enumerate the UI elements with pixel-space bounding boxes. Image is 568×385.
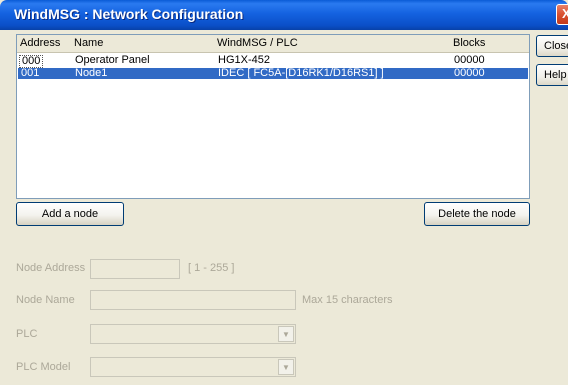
row-name: Node1 — [75, 67, 108, 79]
plc-model-label: PLC Model — [16, 361, 71, 373]
node-address-hint: [ 1 - 255 ] — [188, 262, 235, 274]
node-name-label: Node Name — [16, 294, 75, 306]
close-icon[interactable]: X — [556, 4, 568, 25]
delete-node-button[interactable]: Delete the node — [424, 202, 530, 226]
node-list[interactable]: Address Name WindMSG / PLC Blocks 000 Op… — [16, 34, 530, 199]
plc-select[interactable]: ▼ — [90, 324, 296, 344]
node-name-hint: Max 15 characters — [302, 294, 393, 306]
network-configuration-window: WindMSG : Network Configuration X Addres… — [0, 0, 568, 385]
column-header-name[interactable]: Name — [74, 37, 103, 49]
chevron-down-icon[interactable]: ▼ — [278, 359, 294, 375]
add-node-button[interactable]: Add a node — [16, 202, 124, 226]
row-address: 001 — [21, 67, 40, 79]
window-title: WindMSG : Network Configuration — [14, 6, 244, 22]
row-blocks: 00000 — [454, 67, 485, 79]
chevron-down-icon[interactable]: ▼ — [278, 326, 294, 342]
list-row[interactable]: 000 Operator Panel HG1X-452 00000 — [18, 54, 528, 68]
list-row-selected[interactable]: 001 Node1 IDEC [ FC5A-[D16RK1/D16RS1] ] … — [18, 68, 528, 79]
node-address-field[interactable] — [90, 259, 180, 279]
row-plc: IDEC [ FC5A-[D16RK1/D16RS1] ] — [218, 67, 384, 79]
title-bar[interactable]: WindMSG : Network Configuration X — [0, 0, 568, 30]
column-header-plc[interactable]: WindMSG / PLC — [217, 37, 298, 49]
row-name: Operator Panel — [75, 54, 150, 66]
column-header-blocks[interactable]: Blocks — [453, 37, 485, 49]
help-button[interactable]: Help — [536, 64, 568, 86]
plc-label: PLC — [16, 328, 38, 340]
node-name-field[interactable] — [90, 290, 296, 310]
column-header-address[interactable]: Address — [20, 37, 60, 49]
node-address-label: Node Address — [16, 262, 86, 274]
row-plc: HG1X-452 — [218, 54, 270, 66]
row-blocks: 00000 — [454, 54, 485, 66]
list-header: Address Name WindMSG / PLC Blocks — [17, 35, 529, 53]
close-button[interactable]: Close — [536, 35, 568, 57]
plc-model-select[interactable]: ▼ — [90, 357, 296, 377]
